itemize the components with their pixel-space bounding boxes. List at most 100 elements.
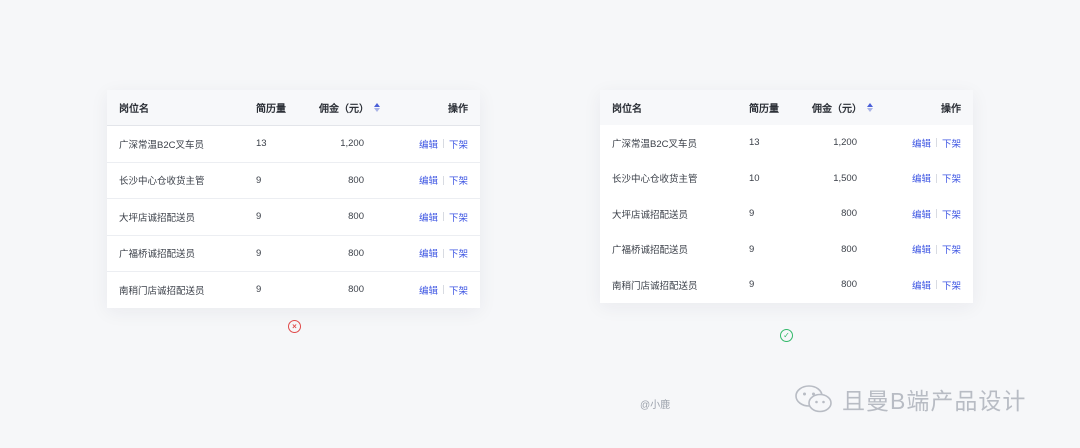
table-row: 广深常温B2C叉车员 13 1,200 编辑 下架 [600, 125, 973, 161]
edit-link[interactable]: 编辑 [912, 278, 931, 292]
unpublish-link[interactable]: 下架 [449, 137, 468, 151]
job-name-cell: 南稍门店诚招配送员 [612, 280, 698, 292]
job-name-cell: 大坪店诚招配送员 [612, 209, 689, 221]
edit-link[interactable]: 编辑 [419, 283, 438, 297]
actions-cell: 编辑 下架 [912, 267, 961, 303]
job-name-cell: 广福桥诚招配送员 [119, 249, 196, 261]
edit-link[interactable]: 编辑 [912, 136, 931, 150]
header-actions: 操作 [448, 104, 468, 115]
check-circle-icon: ✓ [780, 329, 793, 342]
table-row: 大坪店诚招配送员 9 800 编辑 下架 [600, 196, 973, 232]
job-name-cell: 广深常温B2C叉车员 [612, 138, 697, 150]
unpublish-link[interactable]: 下架 [942, 136, 961, 150]
edit-link[interactable]: 编辑 [419, 246, 438, 260]
close-circle-icon: × [288, 320, 301, 333]
unpublish-link[interactable]: 下架 [449, 173, 468, 187]
edit-link[interactable]: 编辑 [912, 207, 931, 221]
edit-link[interactable]: 编辑 [419, 173, 438, 187]
action-divider [442, 175, 444, 185]
table-row: 大坪店诚招配送员 9 800 编辑 下架 [107, 198, 480, 235]
commission-cell: 1,500 [833, 172, 857, 184]
resume-count-cell: 9 [256, 247, 262, 259]
action-divider [935, 280, 937, 290]
table-body: 广深常温B2C叉车员 13 1,200 编辑 下架 长沙中心仓收货主管 10 1,500 编辑下… [600, 125, 973, 303]
table-header: 岗位名 简历量 佣金（元） 操作 [107, 90, 480, 126]
edit-link[interactable]: 编辑 [912, 242, 931, 256]
commission-cell: 800 [348, 247, 364, 259]
resume-count-cell: 9 [749, 243, 755, 255]
table-row: 南稍门店诚招配送员 9 800 编辑 下架 [600, 267, 973, 303]
table-bad-example: 岗位名 简历量 佣金（元） 操作 广深常温B2C叉车员 13 1,200 编辑 下架 长沙… [107, 90, 480, 308]
resume-count-cell: 9 [749, 208, 755, 220]
table-row: 长沙中心仓收货主管 10 1,500 编辑 下架 [600, 161, 973, 197]
header-commission-label: 佣金（元） [812, 104, 862, 115]
commission-cell: 800 [348, 174, 364, 186]
table-row: 广福桥诚招配送员 9 800 编辑 下架 [600, 232, 973, 268]
resume-count-cell: 9 [256, 174, 262, 186]
job-name-cell: 大坪店诚招配送员 [119, 212, 196, 224]
resume-count-cell: 13 [749, 137, 760, 149]
commission-cell: 800 [348, 211, 364, 223]
edit-link[interactable]: 编辑 [912, 171, 931, 185]
job-name-cell: 南稍门店诚招配送员 [119, 285, 205, 297]
job-name-cell: 广福桥诚招配送员 [612, 245, 689, 257]
comparison-page: 岗位名 简历量 佣金（元） 操作 广深常温B2C叉车员 13 1,200 编辑 下架 长沙… [0, 0, 1080, 448]
resume-count-cell: 9 [256, 211, 262, 223]
header-actions: 操作 [941, 104, 961, 115]
job-name-cell: 长沙中心仓收货主管 [612, 174, 698, 186]
commission-cell: 800 [841, 279, 857, 291]
unpublish-link[interactable]: 下架 [942, 207, 961, 221]
unpublish-link[interactable]: 下架 [449, 246, 468, 260]
actions-cell: 编辑 下架 [912, 196, 961, 232]
edit-link[interactable]: 编辑 [419, 210, 438, 224]
unpublish-link[interactable]: 下架 [449, 283, 468, 297]
unpublish-link[interactable]: 下架 [942, 171, 961, 185]
wechat-icon [795, 385, 832, 413]
commission-cell: 1,200 [833, 137, 857, 149]
sort-icon[interactable] [867, 103, 873, 112]
commission-cell: 1,200 [340, 138, 364, 150]
header-resume-count: 简历量 [256, 104, 286, 115]
unpublish-link[interactable]: 下架 [942, 278, 961, 292]
watermark: 且曼B端产品设计 [794, 382, 1026, 416]
table-row: 长沙中心仓收货主管 9 800 编辑 下架 [107, 161, 480, 199]
commission-cell: 800 [348, 284, 364, 296]
actions-cell: 编辑 下架 [912, 125, 961, 161]
header-commission-label: 佣金（元） [319, 104, 369, 115]
resume-count-cell: 9 [749, 279, 755, 291]
unpublish-link[interactable]: 下架 [942, 242, 961, 256]
actions-cell: 编辑 下架 [419, 199, 468, 235]
action-divider [935, 173, 937, 183]
table-row: 南稍门店诚招配送员 9 800 编辑 下架 [107, 271, 480, 308]
header-resume-count: 简历量 [749, 104, 779, 115]
commission-cell: 800 [841, 208, 857, 220]
header-job-name: 岗位名 [119, 104, 149, 115]
table-good-example: 岗位名 简历量 佣金（元） 操作 广深常温B2C叉车员 13 1,200 编辑 下架 长沙… [600, 90, 973, 303]
table-row: 广福桥诚招配送员 9 800 编辑 下架 [107, 234, 480, 272]
action-divider [442, 212, 444, 222]
actions-cell: 编辑 下架 [419, 272, 468, 308]
unpublish-link[interactable]: 下架 [449, 210, 468, 224]
action-divider [442, 139, 444, 149]
actions-cell: 编辑 下架 [419, 236, 468, 272]
action-divider [935, 138, 937, 148]
header-commission[interactable]: 佣金（元） [812, 90, 873, 125]
job-name-cell: 广深常温B2C叉车员 [119, 139, 204, 151]
header-job-name: 岗位名 [612, 104, 642, 115]
actions-cell: 编辑 下架 [419, 126, 468, 162]
author-credit: @小鹿 [640, 400, 671, 411]
resume-count-cell: 9 [256, 284, 262, 296]
action-divider [935, 244, 937, 254]
edit-link[interactable]: 编辑 [419, 137, 438, 151]
table-header: 岗位名 简历量 佣金（元） 操作 [600, 90, 973, 125]
action-divider [442, 285, 444, 295]
watermark-text: 且曼B端产品设计 [842, 388, 1027, 414]
action-divider [442, 248, 444, 258]
commission-cell: 800 [841, 243, 857, 255]
sort-icon[interactable] [374, 103, 380, 112]
header-commission[interactable]: 佣金（元） [319, 90, 380, 125]
action-divider [935, 209, 937, 219]
table-row: 广深常温B2C叉车员 13 1,200 编辑 下架 [107, 126, 480, 162]
actions-cell: 编辑 下架 [912, 161, 961, 197]
actions-cell: 编辑 下架 [912, 232, 961, 268]
